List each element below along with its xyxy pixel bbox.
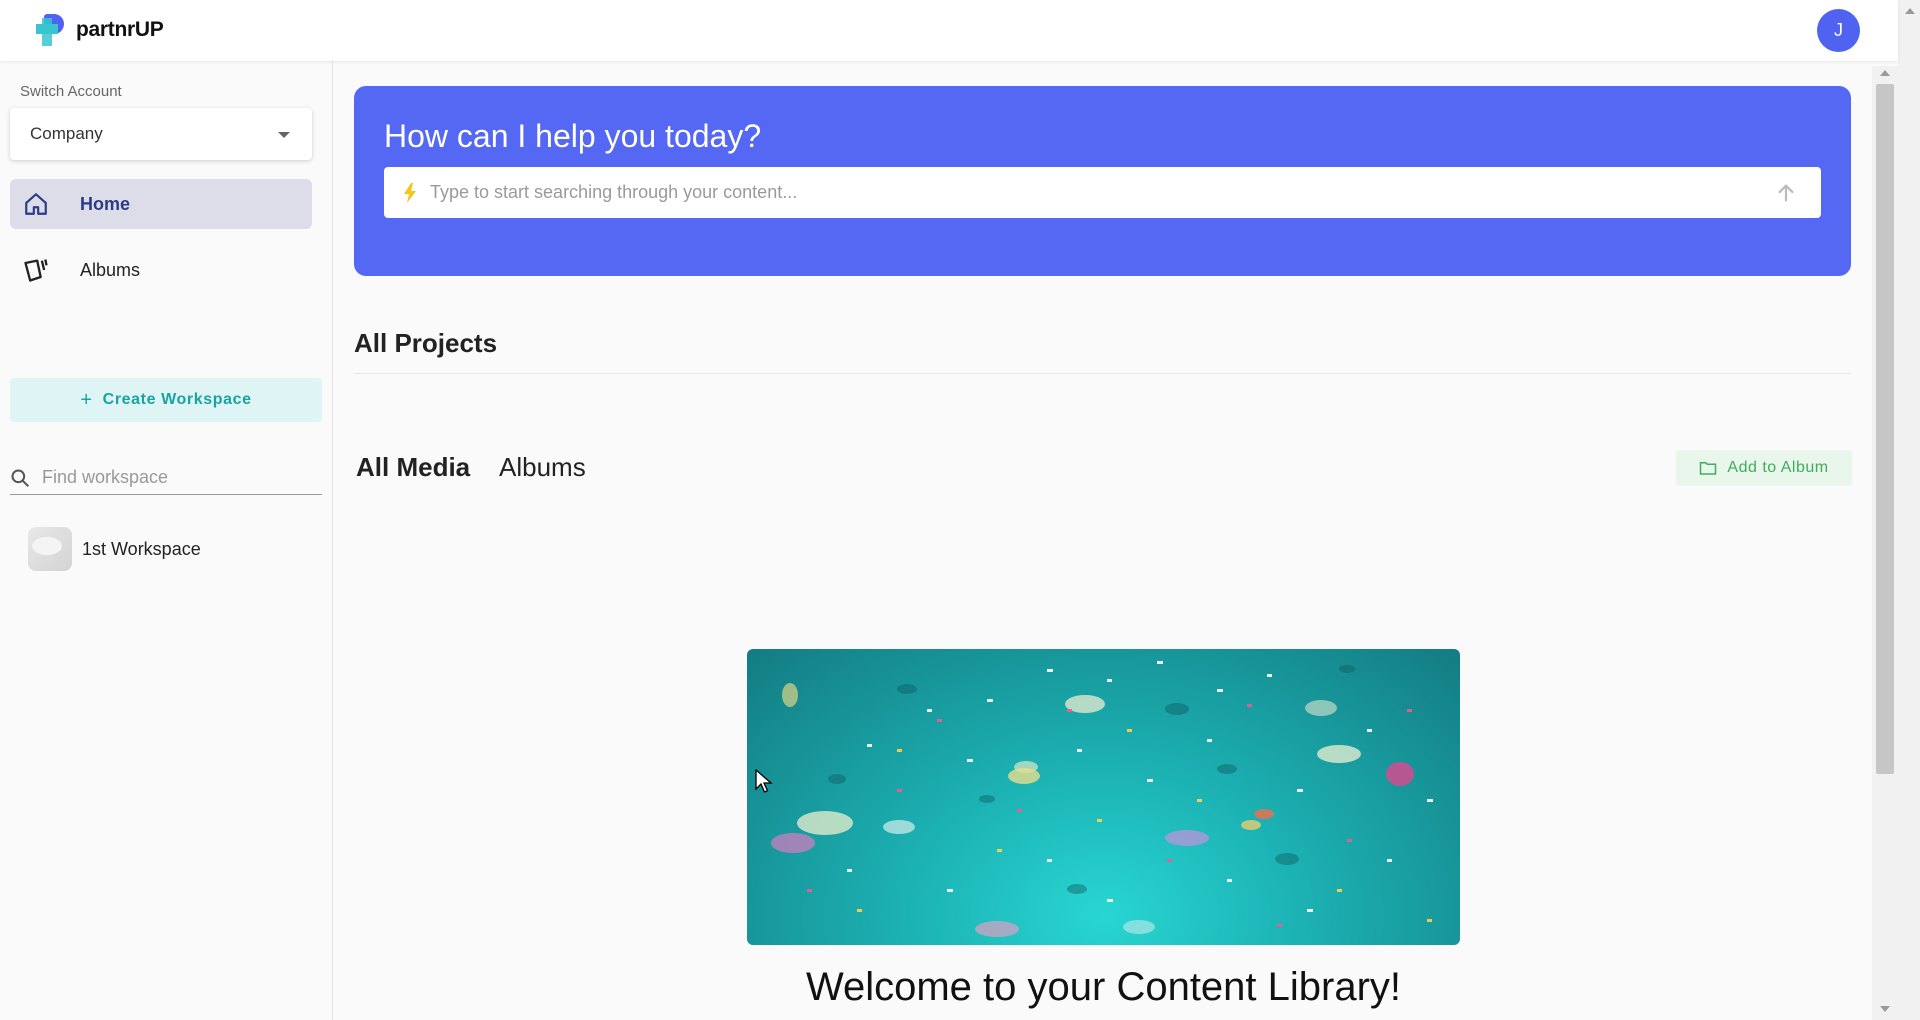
sidebar-item-label: Home — [80, 193, 131, 214]
workspace-label: 1st Workspace — [82, 538, 201, 559]
workspace-thumbnail — [28, 527, 72, 571]
lightning-icon — [404, 182, 416, 203]
tab-albums[interactable]: Albums — [499, 452, 586, 483]
workspace-item[interactable]: 1st Workspace — [28, 527, 201, 571]
search-icon — [11, 469, 30, 487]
all-projects-title: All Projects — [354, 328, 498, 358]
mouse-cursor-icon — [755, 769, 773, 793]
avatar-initial: J — [1834, 20, 1843, 40]
tab-all-media[interactable]: All Media — [356, 452, 470, 483]
brand-name: partnrUP — [76, 18, 164, 41]
content-search-bar — [384, 167, 1821, 218]
add-to-album-button[interactable]: Add to Album — [1676, 450, 1852, 486]
user-avatar[interactable]: J — [1817, 9, 1860, 52]
create-workspace-label: Create Workspace — [102, 391, 252, 408]
add-to-album-label: Add to Album — [1727, 459, 1829, 476]
top-bar: partnrUP J — [0, 0, 1898, 61]
sidebar-item-label: Albums — [80, 259, 141, 280]
account-select-value: Company — [30, 124, 103, 143]
sidebar-item-home[interactable]: Home — [10, 179, 312, 229]
logo[interactable]: partnrUP — [34, 12, 164, 48]
assistant-banner: How can I help you today? — [354, 86, 1851, 276]
find-workspace-field — [10, 461, 322, 495]
find-workspace-input[interactable] — [42, 467, 302, 488]
content-search-input[interactable] — [430, 182, 1771, 203]
albums-icon — [22, 256, 50, 284]
caret-down-icon — [278, 132, 290, 138]
account-select[interactable]: Company — [10, 108, 312, 160]
scroll-up-arrow-icon[interactable] — [1880, 70, 1890, 76]
sidebar-item-albums[interactable]: Albums — [10, 245, 312, 295]
partnrup-logo-icon — [36, 14, 64, 46]
scroll-down-arrow-icon[interactable] — [1880, 1006, 1890, 1012]
section-divider — [354, 373, 1851, 374]
main-scrollbar-thumb[interactable] — [1876, 84, 1894, 774]
welcome-heading: Welcome to your Content Library! — [805, 965, 1402, 1009]
folder-icon — [1700, 462, 1717, 475]
create-workspace-button[interactable]: + Create Workspace — [10, 378, 322, 422]
switch-account-label: Switch Account — [20, 83, 122, 100]
send-arrow-icon[interactable] — [1771, 178, 1801, 208]
assistant-title: How can I help you today? — [384, 118, 762, 154]
window-scrollbar[interactable] — [1898, 0, 1920, 1020]
sidebar: Switch Account Company Home Albums + Cre… — [0, 61, 333, 1020]
home-icon — [22, 190, 50, 218]
welcome-image — [747, 649, 1460, 945]
plus-icon: + — [80, 388, 93, 411]
window-scroll-up-arrow-icon[interactable] — [1905, 8, 1915, 14]
